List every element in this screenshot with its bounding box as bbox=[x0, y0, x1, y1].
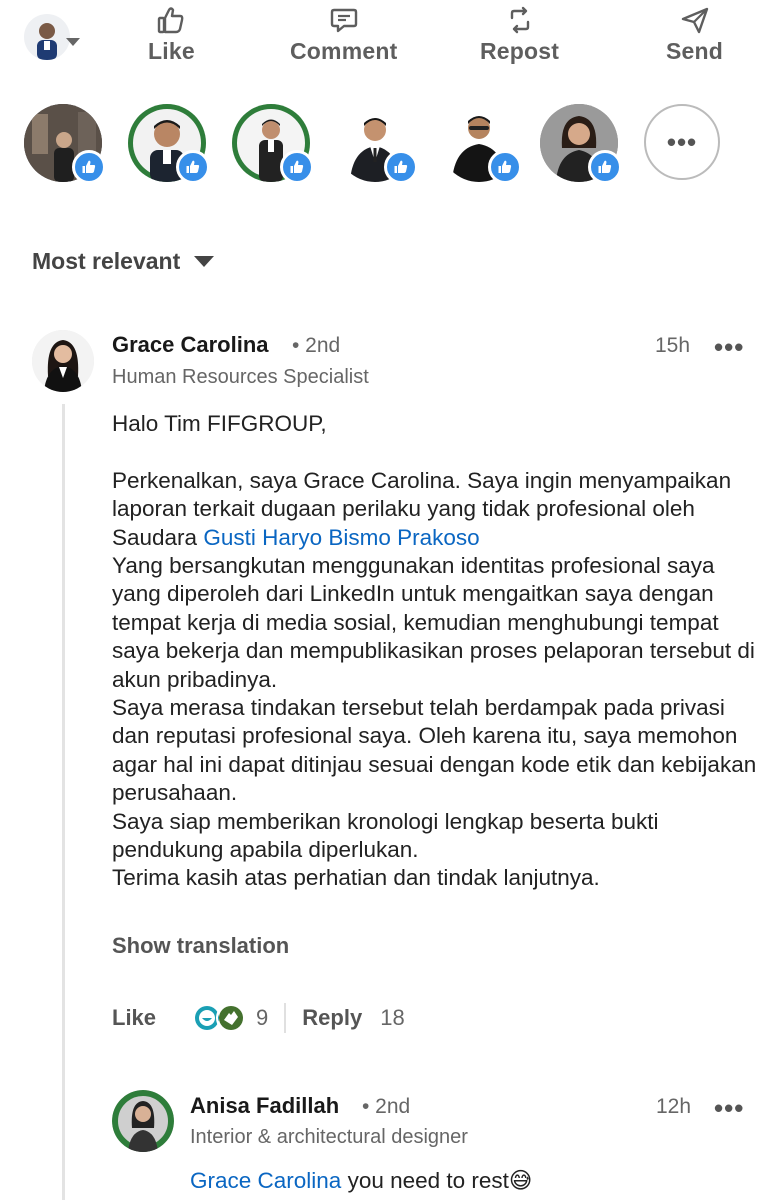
thread-line bbox=[62, 404, 65, 1200]
reactor-avatar[interactable] bbox=[232, 104, 314, 184]
thumbs-up-icon bbox=[158, 7, 184, 34]
comment-paragraph: Yang bersangkutan menggunakan identitas … bbox=[112, 553, 755, 692]
replier-avatar[interactable] bbox=[112, 1090, 174, 1152]
replier-headline: Interior & architectural designer bbox=[190, 1126, 468, 1148]
reaction-icons[interactable] bbox=[192, 1003, 247, 1033]
repost-action-button[interactable]: Repost bbox=[480, 4, 559, 65]
reply-count: 18 bbox=[380, 1005, 405, 1030]
more-dots-icon: ••• bbox=[666, 126, 698, 157]
action-divider bbox=[284, 1003, 287, 1033]
reactor-avatar[interactable] bbox=[540, 104, 622, 184]
comment-action-label: Comment bbox=[290, 38, 398, 64]
support-reaction-icon bbox=[216, 1003, 247, 1033]
reply-timestamp: 12h bbox=[656, 1095, 692, 1118]
reply-text: you need to rest😅 bbox=[341, 1168, 533, 1193]
like-badge-icon bbox=[176, 150, 210, 184]
like-badge-icon bbox=[72, 150, 106, 184]
send-icon bbox=[681, 7, 708, 34]
reactor-avatar[interactable] bbox=[24, 104, 106, 184]
comment-paragraph: Perkenalkan, saya Grace Carolina. Saya i… bbox=[112, 467, 762, 552]
repost-icon bbox=[510, 6, 529, 34]
like-badge-icon bbox=[280, 150, 314, 184]
comment-action-button[interactable]: Comment bbox=[290, 4, 397, 65]
comment-timestamp: 15h bbox=[655, 334, 691, 357]
reply-more-icon[interactable]: ••• bbox=[714, 1093, 744, 1124]
like-action-button[interactable]: Like bbox=[148, 4, 195, 65]
connection-degree: • 2nd bbox=[362, 1095, 411, 1118]
comment-paragraph: Terima kasih atas perhatian dan tindak l… bbox=[112, 865, 600, 891]
mention-link[interactable]: Grace Carolina bbox=[190, 1168, 341, 1193]
commenter-name[interactable]: Grace Carolina bbox=[112, 332, 269, 358]
comment-like-button[interactable]: Like bbox=[112, 1005, 156, 1031]
repost-action-label: Repost bbox=[480, 38, 560, 64]
reply-body: Grace Carolina you need to rest😅 bbox=[190, 1168, 532, 1194]
comment-icon bbox=[330, 8, 357, 33]
comment-greeting: Halo Tim FIFGROUP, bbox=[112, 411, 327, 436]
like-badge-icon bbox=[384, 150, 418, 184]
like-action-label: Like bbox=[148, 38, 195, 64]
connection-degree: • 2nd bbox=[292, 334, 341, 357]
send-action-button[interactable]: Send bbox=[666, 4, 723, 65]
like-badge-icon bbox=[488, 150, 522, 184]
comment-actions: Like 9 Reply 18 bbox=[112, 1003, 405, 1033]
reactor-avatar[interactable] bbox=[440, 104, 522, 184]
comment-more-icon[interactable]: ••• bbox=[714, 332, 744, 363]
commenter-headline: Human Resources Specialist bbox=[112, 366, 369, 388]
comment-paragraph: Saya merasa tindakan tersebut telah berd… bbox=[112, 695, 757, 806]
reactor-avatar[interactable] bbox=[336, 104, 418, 184]
like-badge-icon bbox=[588, 150, 622, 184]
send-action-label: Send bbox=[666, 38, 724, 64]
comment-body: Halo Tim FIFGROUP, Perkenalkan, saya Gra… bbox=[112, 410, 762, 893]
my-avatar[interactable] bbox=[24, 14, 70, 60]
show-translation-button[interactable]: Show translation bbox=[112, 933, 289, 959]
mention-link[interactable]: Gusti Haryo Bismo Prakoso bbox=[203, 525, 479, 550]
sort-label: Most relevant bbox=[32, 248, 181, 274]
more-reactors-button[interactable]: ••• bbox=[644, 104, 720, 180]
comment-reply-button[interactable]: Reply bbox=[302, 1005, 362, 1031]
caret-down-icon bbox=[194, 256, 215, 267]
reactor-avatar[interactable] bbox=[128, 104, 210, 184]
reaction-count: 9 bbox=[256, 1005, 269, 1030]
account-caret-icon[interactable] bbox=[66, 38, 80, 46]
sort-dropdown[interactable]: Most relevant bbox=[32, 248, 215, 275]
replier-name[interactable]: Anisa Fadillah bbox=[190, 1093, 339, 1119]
comment-paragraph: Saya siap memberikan kronologi lengkap b… bbox=[112, 808, 659, 863]
commenter-avatar[interactable] bbox=[32, 330, 94, 392]
